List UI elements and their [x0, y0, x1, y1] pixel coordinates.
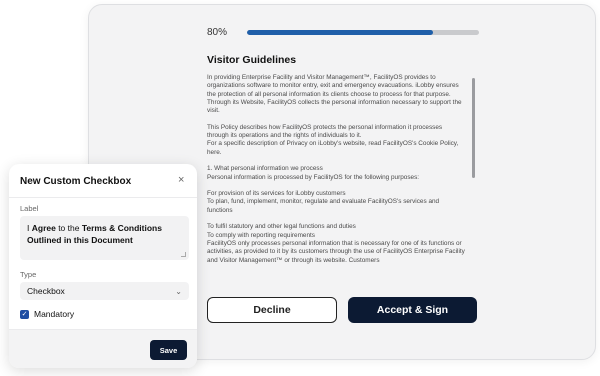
label-caption: Label [20, 204, 39, 213]
resize-grip-icon[interactable] [181, 252, 186, 257]
document-paragraph: This Policy describes how FacilityOS pro… [207, 123, 459, 156]
dialog-title: New Custom Checkbox [20, 176, 132, 187]
dialog-header: New Custom Checkbox × [9, 164, 197, 198]
chevron-down-icon: ⌄ [175, 286, 182, 296]
accept-sign-button[interactable]: Accept & Sign [348, 297, 477, 323]
document-paragraph: 1. What personal information we process P… [207, 165, 420, 181]
progress-track [247, 30, 479, 35]
progress-percent: 80% [207, 27, 228, 38]
progress-row: 80% [207, 27, 479, 38]
mandatory-label: Mandatory [34, 309, 75, 319]
custom-checkbox-dialog: New Custom Checkbox × Label I Agree to t… [9, 164, 197, 368]
progress-fill [247, 30, 433, 35]
dialog-footer: Save [9, 329, 197, 368]
save-button[interactable]: Save [150, 340, 187, 360]
type-select[interactable]: Checkbox ⌄ [20, 282, 189, 300]
decline-button[interactable]: Decline [207, 297, 337, 323]
mandatory-checkbox[interactable]: ✓ [20, 309, 29, 319]
label-text-mid: to the [55, 223, 82, 233]
close-icon[interactable]: × [178, 174, 184, 186]
document-paragraph: In providing Enterprise Facility and Vis… [207, 74, 462, 115]
type-select-value: Checkbox [27, 286, 65, 296]
label-text-bold: Agree [31, 223, 56, 233]
document-paragraph: For provision of its services for iLobby… [207, 190, 440, 214]
document-scrollbar[interactable] [472, 78, 475, 178]
dialog-divider [9, 197, 197, 198]
document-paragraph: To fulfil statutory and other legal func… [207, 223, 465, 264]
label-textarea[interactable]: I Agree to the Terms & Conditions Outlin… [20, 216, 189, 260]
mandatory-row[interactable]: ✓ Mandatory [20, 309, 74, 319]
document-title: Visitor Guidelines [207, 54, 297, 66]
type-caption: Type [20, 270, 37, 279]
document-body: In providing Enterprise Facility and Vis… [207, 74, 465, 288]
